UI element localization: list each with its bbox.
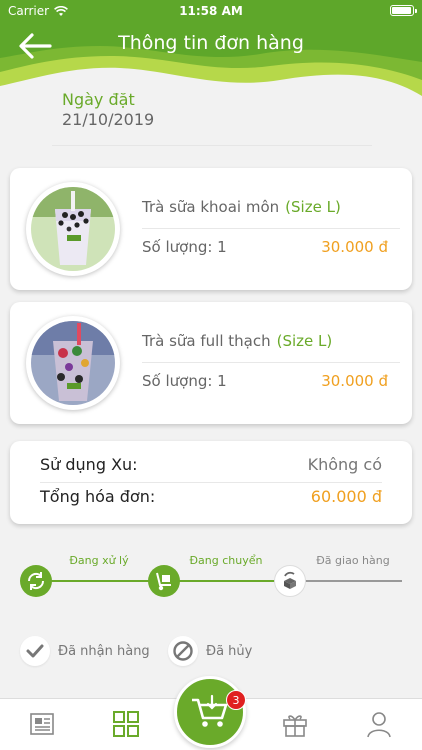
news-icon <box>30 713 54 735</box>
tab-profile[interactable] <box>364 709 394 739</box>
header: Carrier 11:58 AM Thông tin đơn hàng <box>0 0 422 96</box>
tab-news[interactable] <box>28 709 58 739</box>
item-name-text: Trà sữa full thạch <box>142 332 271 350</box>
order-date-section: Ngày đặt 21/10/2019 <box>52 84 372 146</box>
gift-icon <box>283 715 307 737</box>
order-date-value: 21/10/2019 <box>62 110 155 129</box>
xu-value: Không có <box>307 455 382 474</box>
item-name-text: Trà sữa khoai môn <box>142 198 280 216</box>
received-label: Đã nhận hàng <box>58 643 150 659</box>
page-title: Thông tin đơn hàng <box>118 32 304 54</box>
received-option[interactable]: Đã nhận hàng <box>20 636 150 666</box>
xu-label: Sử dụng Xu: <box>40 455 138 474</box>
cancelled-option[interactable]: Đã hủy <box>168 636 252 666</box>
item-name: Trà sữa full thạch (Size L) <box>142 332 332 350</box>
milk-tea-taro-image <box>31 187 115 271</box>
order-summary-card: Sử dụng Xu: Không có Tổng hóa đơn: 60.00… <box>10 441 412 524</box>
divider <box>40 482 382 483</box>
order-status-tracker: Đang xử lý Đang chuyển Đã giao hàng <box>0 548 422 608</box>
order-item-card[interactable]: Trà sữa full thạch (Size L) Số lượng: 1 3… <box>10 302 412 424</box>
refresh-icon <box>20 565 52 597</box>
total-value: 60.000 đ <box>310 487 382 506</box>
tab-menu[interactable] <box>111 709 141 739</box>
tab-gift[interactable] <box>280 709 310 739</box>
status-time: 11:58 AM <box>179 4 243 18</box>
item-size: (Size L) <box>276 332 333 350</box>
grid-icon <box>113 711 139 737</box>
delivery-box-icon <box>274 565 306 597</box>
cart-count-badge: 3 <box>226 690 246 710</box>
check-icon <box>20 636 50 666</box>
divider <box>142 228 400 229</box>
item-quantity: Số lượng: 1 <box>142 238 227 256</box>
cart-button[interactable] <box>174 676 246 748</box>
item-price: 30.000 đ <box>321 372 388 390</box>
item-quantity: Số lượng: 1 <box>142 372 227 390</box>
total-label: Tổng hóa đơn: <box>40 487 156 506</box>
hand-truck-icon <box>148 565 180 597</box>
order-actions: Đã nhận hàng Đã hủy <box>0 636 422 668</box>
item-size: (Size L) <box>285 198 341 216</box>
milk-tea-jelly-image <box>31 321 115 405</box>
item-price: 30.000 đ <box>321 238 388 256</box>
order-item-card[interactable]: Trà sữa khoai môn (Size L) Số lượng: 1 30… <box>10 168 412 290</box>
progress-line-pending <box>290 580 402 582</box>
status-bar: Carrier 11:58 AM <box>0 0 422 22</box>
battery-icon <box>390 5 417 16</box>
divider <box>142 362 400 363</box>
step-label-processing: Đang xử lý <box>69 554 129 567</box>
cancelled-label: Đã hủy <box>206 643 253 659</box>
product-thumbnail <box>26 316 120 410</box>
step-label-delivered: Đã giao hàng <box>316 554 390 567</box>
step-label-shipping: Đang chuyển <box>189 554 263 567</box>
cart-icon <box>192 694 228 727</box>
item-name: Trà sữa khoai môn (Size L) <box>142 198 341 216</box>
user-icon <box>367 712 391 738</box>
product-thumbnail <box>26 182 120 276</box>
cancel-circle-icon <box>168 636 198 666</box>
order-date-label: Ngày đặt <box>62 90 135 109</box>
